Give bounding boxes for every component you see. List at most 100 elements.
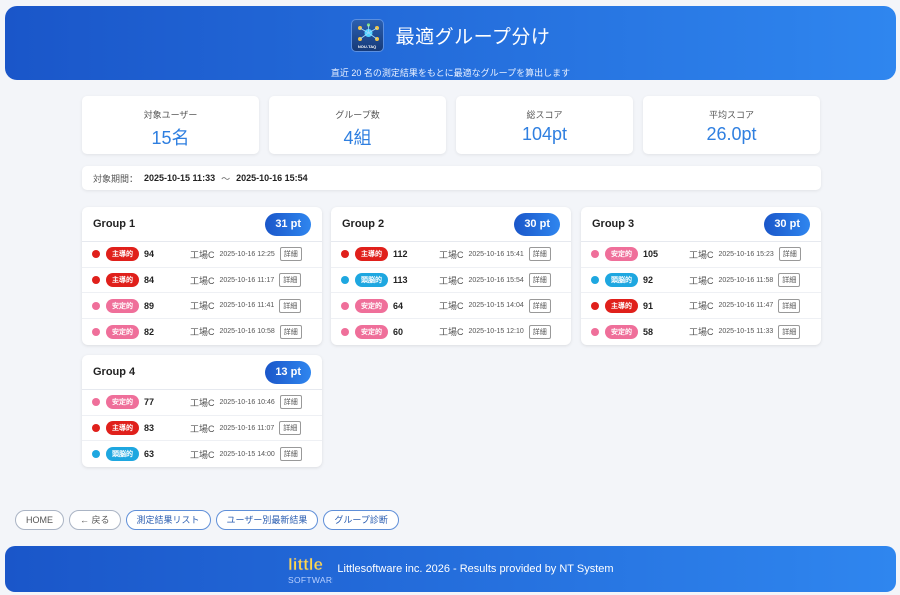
group-header: Group 4 13 pt xyxy=(82,355,322,390)
header-title-row: NOU-TAQ 最適グループ分け xyxy=(5,19,896,52)
type-dot xyxy=(92,424,100,433)
member-score: 82 xyxy=(144,326,155,337)
detail-button[interactable]: 詳細 xyxy=(279,247,302,262)
member-time: 2025-10-15 14:00 xyxy=(219,450,275,458)
stats-row: 対象ユーザー 15名 グループ数 4組 総スコア 104pt 平均スコア 26.… xyxy=(82,96,820,154)
detail-button[interactable]: 詳細 xyxy=(778,247,801,262)
member-score: 105 xyxy=(643,249,659,260)
member-site: 工場C xyxy=(439,249,464,260)
member-row: 主導的 83 工場C 2025-10-16 11:07 詳細 xyxy=(82,416,322,442)
detail-button[interactable]: 詳細 xyxy=(778,324,801,339)
app-logo: NOU-TAQ xyxy=(350,19,384,52)
type-dot xyxy=(591,327,599,336)
group-header: Group 2 30 pt xyxy=(331,207,571,242)
member-row: 主導的 94 工場C 2025-10-16 12:25 詳細 xyxy=(82,242,322,268)
type-dot xyxy=(591,250,599,259)
member-site: 工場C xyxy=(190,423,215,434)
member-score: 92 xyxy=(643,275,654,286)
user-latest-results-button[interactable]: ユーザー別最新結果 xyxy=(215,510,319,530)
group-name: Group 1 xyxy=(93,218,136,230)
member-site: 工場C xyxy=(190,397,215,408)
type-dot xyxy=(591,276,599,285)
group-card-2: Group 2 30 pt 主導的 112 工場C 2025-10-16 15:41 詳細頭… xyxy=(331,207,571,345)
stat-card-total-score: 総スコア 104pt xyxy=(456,96,633,154)
type-badge: 安定的 xyxy=(605,247,638,262)
detail-button[interactable]: 詳細 xyxy=(528,273,551,288)
type-badge: 頭脳的 xyxy=(106,447,139,462)
member-row: 主導的 84 工場C 2025-10-16 11:17 詳細 xyxy=(82,268,322,294)
group-name: Group 2 xyxy=(342,218,385,230)
group-name: Group 3 xyxy=(592,218,635,230)
member-site: 工場C xyxy=(190,327,215,338)
member-time: 2025-10-16 15:41 xyxy=(468,250,524,258)
period-bar: 対象期間： 2025-10-15 11:33 ～ 2025-10-16 15:5… xyxy=(82,166,821,190)
detail-button[interactable]: 詳細 xyxy=(778,298,801,313)
type-dot xyxy=(92,450,100,459)
logo-word: little xyxy=(288,555,323,574)
group-card-1: Group 1 31 pt 主導的 94 工場C 2025-10-16 12:25 詳細 主導… xyxy=(82,207,322,345)
member-site: 工場C xyxy=(190,249,215,260)
period-separator: ～ xyxy=(221,173,231,184)
member-site: 工場C xyxy=(190,301,215,312)
detail-button[interactable]: 詳細 xyxy=(279,447,302,462)
type-badge: 安定的 xyxy=(106,298,139,313)
detail-button[interactable]: 詳細 xyxy=(528,298,551,313)
stat-value: 4組 xyxy=(343,128,372,148)
detail-button[interactable]: 詳細 xyxy=(279,273,302,288)
type-badge: 安定的 xyxy=(605,324,638,339)
type-badge: 主導的 xyxy=(605,298,638,313)
group-points-badge: 31 pt xyxy=(265,212,311,236)
detail-button[interactable]: 詳細 xyxy=(279,298,302,313)
home-button[interactable]: HOME xyxy=(15,510,64,530)
member-score: 64 xyxy=(393,300,404,311)
group-points-badge: 30 pt xyxy=(514,212,560,236)
stat-card-groups: グループ数 4組 xyxy=(269,96,446,154)
member-time: 2025-10-16 11:47 xyxy=(718,302,774,310)
member-score: 112 xyxy=(393,249,408,260)
type-badge: 頭脳的 xyxy=(605,273,638,288)
page-title: 最適グループ分け xyxy=(395,27,551,48)
member-time: 2025-10-15 12:10 xyxy=(468,328,524,336)
group-points-badge: 13 pt xyxy=(265,360,311,384)
detail-button[interactable]: 詳細 xyxy=(279,421,302,436)
member-row: 安定的 77 工場C 2025-10-16 10:46 詳細 xyxy=(82,390,322,416)
detail-button[interactable]: 詳細 xyxy=(279,324,302,339)
type-dot xyxy=(341,276,349,285)
type-badge: 安定的 xyxy=(355,324,388,339)
type-badge: 主導的 xyxy=(355,247,388,262)
stat-value: 15名 xyxy=(151,128,190,148)
member-score: 60 xyxy=(393,326,404,337)
type-badge: 安定的 xyxy=(106,324,139,339)
member-time: 2025-10-16 15:54 xyxy=(468,276,524,284)
period-start: 2025-10-15 11:33 xyxy=(144,173,216,183)
detail-button[interactable]: 詳細 xyxy=(528,247,551,262)
group-diagnosis-button[interactable]: グループ診断 xyxy=(323,510,399,530)
period-label: 対象期間： xyxy=(93,173,139,184)
back-button[interactable]: ← 戻る xyxy=(69,510,121,530)
stat-value: 104pt xyxy=(521,124,568,144)
member-row: 安定的 105 工場C 2025-10-16 15:23 詳細 xyxy=(581,242,821,268)
type-badge: 安定的 xyxy=(355,298,388,313)
stat-label: 総スコア xyxy=(526,110,563,120)
type-dot xyxy=(341,301,349,310)
detail-button[interactable]: 詳細 xyxy=(528,324,551,339)
type-dot xyxy=(92,398,100,407)
type-dot xyxy=(341,327,349,336)
stat-label: グループ数 xyxy=(335,110,380,120)
detail-button[interactable]: 詳細 xyxy=(279,395,302,410)
type-dot xyxy=(341,250,349,259)
member-site: 工場C xyxy=(689,275,714,286)
page-footer: little SOFTWARE Littlesoftware inc. 2026… xyxy=(5,546,896,592)
member-time: 2025-10-16 10:58 xyxy=(219,328,275,336)
stat-card-average-score: 平均スコア 26.0pt xyxy=(643,96,820,154)
results-list-button[interactable]: 測定結果リスト xyxy=(125,510,211,530)
type-dot xyxy=(92,250,100,259)
logo-sub: SOFTWARE xyxy=(288,575,333,585)
group-header: Group 3 30 pt xyxy=(581,207,821,242)
stat-value: 26.0pt xyxy=(706,124,757,144)
member-time: 2025-10-16 11:58 xyxy=(718,276,774,284)
type-badge: 主導的 xyxy=(106,247,139,262)
member-time: 2025-10-16 11:07 xyxy=(219,424,275,432)
detail-button[interactable]: 詳細 xyxy=(778,273,801,288)
stat-label: 対象ユーザー xyxy=(143,110,198,120)
